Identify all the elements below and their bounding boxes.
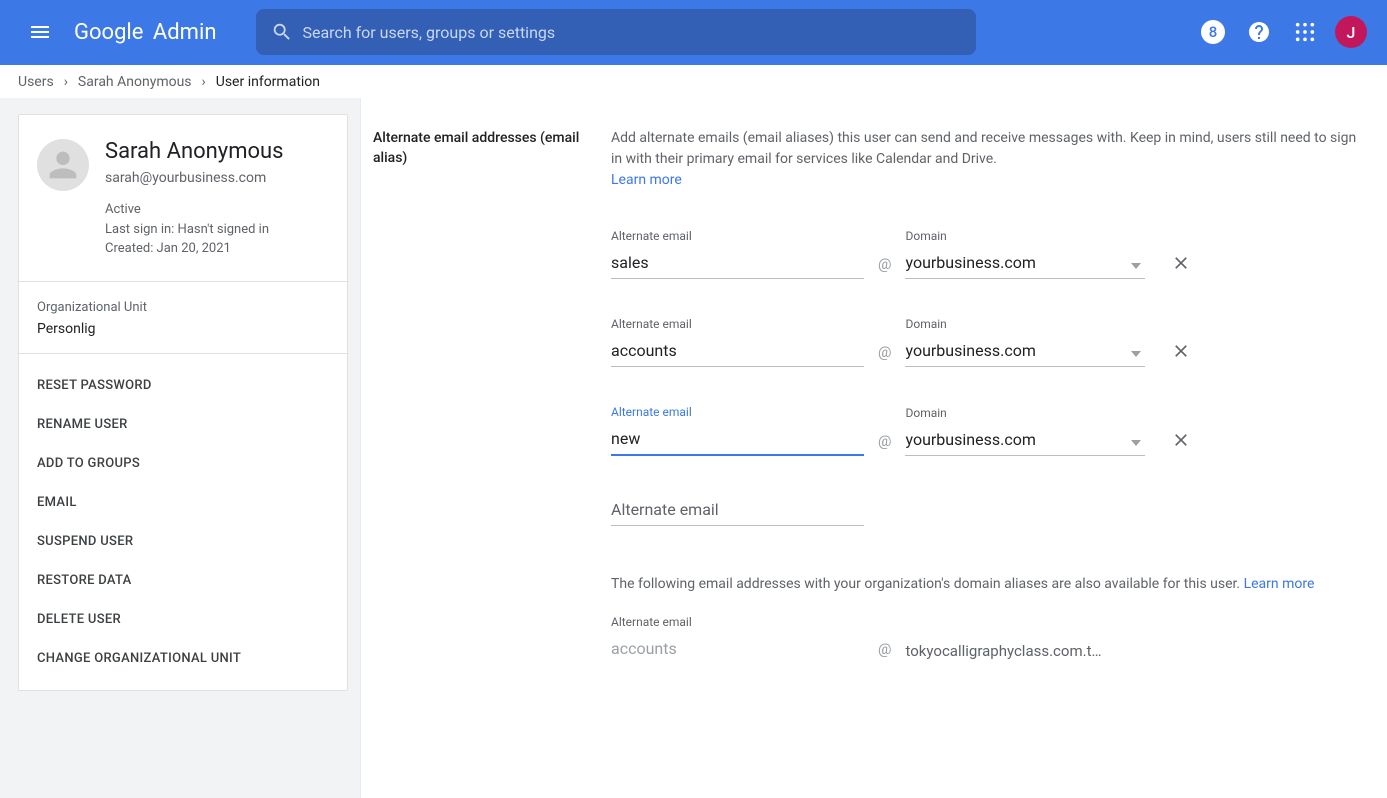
user-status: Active [105,200,284,220]
alias-email-field: Alternate email [611,229,864,279]
user-actions: RESET PASSWORD RENAME USER ADD TO GROUPS… [19,354,347,690]
close-icon [1171,430,1191,450]
app-header: Google Admin 8 J [0,0,1387,64]
dropdown-icon [1131,351,1141,357]
alias-domain-label: Domain [905,317,1145,331]
account-avatar: J [1335,16,1367,48]
user-created: Created: Jan 20, 2021 [105,239,284,259]
close-icon [1171,253,1191,273]
updates-badge: 8 [1201,20,1225,44]
domain-alias-domain: tokyocalligraphyclass.com.t… [905,642,1135,664]
org-unit-value: Personlig [37,321,329,337]
alias-email-label: Alternate email [611,229,864,243]
alias-row: Alternate email @ Domain [611,405,1369,456]
chevron-right-icon: › [202,74,206,90]
at-symbol: @ [878,343,891,367]
at-symbol: @ [878,640,891,664]
user-name: Sarah Anonymous [105,139,284,164]
delete-user-button[interactable]: DELETE USER [19,600,347,639]
alias-email-input[interactable] [611,249,864,279]
logo-google: Google [74,20,143,45]
rename-user-button[interactable]: RENAME USER [19,405,347,444]
user-summary: Sarah Anonymous sarah@yourbusiness.com A… [19,115,347,282]
close-icon [1171,341,1191,361]
updates-button[interactable]: 8 [1193,12,1233,52]
alias-domain-label: Domain [905,229,1145,243]
alias-domain-select[interactable] [905,426,1145,456]
alias-domain-label: Domain [905,406,1145,420]
user-last-signin: Last sign in: Hasn't signed in [105,220,284,240]
alias-email-input-new[interactable] [611,496,864,526]
domain-aliases-intro: The following email addresses with your … [611,574,1369,595]
dropdown-icon [1131,263,1141,269]
user-avatar-icon [37,139,89,191]
dropdown-icon [1131,440,1141,446]
alias-new-row [611,496,1369,526]
logo-admin: Admin [153,20,217,45]
domain-alias-row: Alternate email @ tokyocalligraphyclass.… [611,615,1369,664]
apps-icon [1294,21,1316,43]
reset-password-button[interactable]: RESET PASSWORD [19,366,347,405]
alias-domain-select[interactable] [905,337,1145,367]
main-panel: Alternate email addresses (email alias) … [360,98,1387,798]
help-button[interactable] [1239,12,1279,52]
alias-email-input[interactable] [611,337,864,367]
alias-domain-select[interactable] [905,249,1145,279]
domain-aliases-section: The following email addresses with your … [611,574,1369,664]
email-button[interactable]: EMAIL [19,483,347,522]
breadcrumb-users[interactable]: Users [18,74,54,90]
header-actions: 8 J [1193,12,1371,52]
remove-alias-button[interactable] [1169,251,1193,275]
alias-domain-field: Domain [905,406,1145,456]
section-title: Alternate email addresses (email alias) [373,128,611,664]
remove-alias-button[interactable] [1169,428,1193,452]
at-symbol: @ [878,255,891,279]
menu-button[interactable] [16,8,64,56]
at-symbol: @ [878,432,891,456]
hamburger-icon [28,20,52,44]
alias-email-field: Alternate email [611,317,864,367]
alias-domain-field: Domain [905,229,1145,279]
user-email: sarah@yourbusiness.com [105,170,284,186]
alias-email-field: Alternate email [611,405,864,456]
user-sidebar: Sarah Anonymous sarah@yourbusiness.com A… [18,114,348,691]
org-unit-label: Organizational Unit [37,300,329,315]
help-icon [1247,20,1271,44]
breadcrumb-current: User information [216,74,320,90]
app-logo[interactable]: Google Admin [74,20,216,45]
breadcrumb: Users › Sarah Anonymous › User informati… [0,64,1387,98]
learn-more-link[interactable]: Learn more [1244,576,1315,592]
alias-email-input[interactable] [611,425,864,456]
alias-row: Alternate email @ Domain [611,317,1369,367]
alias-row: Alternate email @ Domain [611,229,1369,279]
apps-button[interactable] [1285,12,1325,52]
remove-alias-button[interactable] [1169,339,1193,363]
breadcrumb-user[interactable]: Sarah Anonymous [78,74,192,90]
search-bar[interactable] [256,9,976,55]
chevron-right-icon: › [64,74,68,90]
account-button[interactable]: J [1331,12,1371,52]
restore-data-button[interactable]: RESTORE DATA [19,561,347,600]
learn-more-link[interactable]: Learn more [611,172,682,188]
search-input[interactable] [302,23,970,42]
alias-email-label: Alternate email [611,317,864,331]
alias-email-label: Alternate email [611,615,864,629]
change-ou-button[interactable]: CHANGE ORGANIZATIONAL UNIT [19,639,347,678]
alias-domain-field: Domain [905,317,1145,367]
org-unit-block: Organizational Unit Personlig [19,282,347,354]
domain-alias-email-field: Alternate email [611,615,864,664]
alias-email-label: Alternate email [611,405,864,419]
search-icon [262,12,302,52]
suspend-user-button[interactable]: SUSPEND USER [19,522,347,561]
domain-alias-email [611,635,864,664]
add-to-groups-button[interactable]: ADD TO GROUPS [19,444,347,483]
section-description: Add alternate emails (email aliases) thi… [611,128,1369,191]
